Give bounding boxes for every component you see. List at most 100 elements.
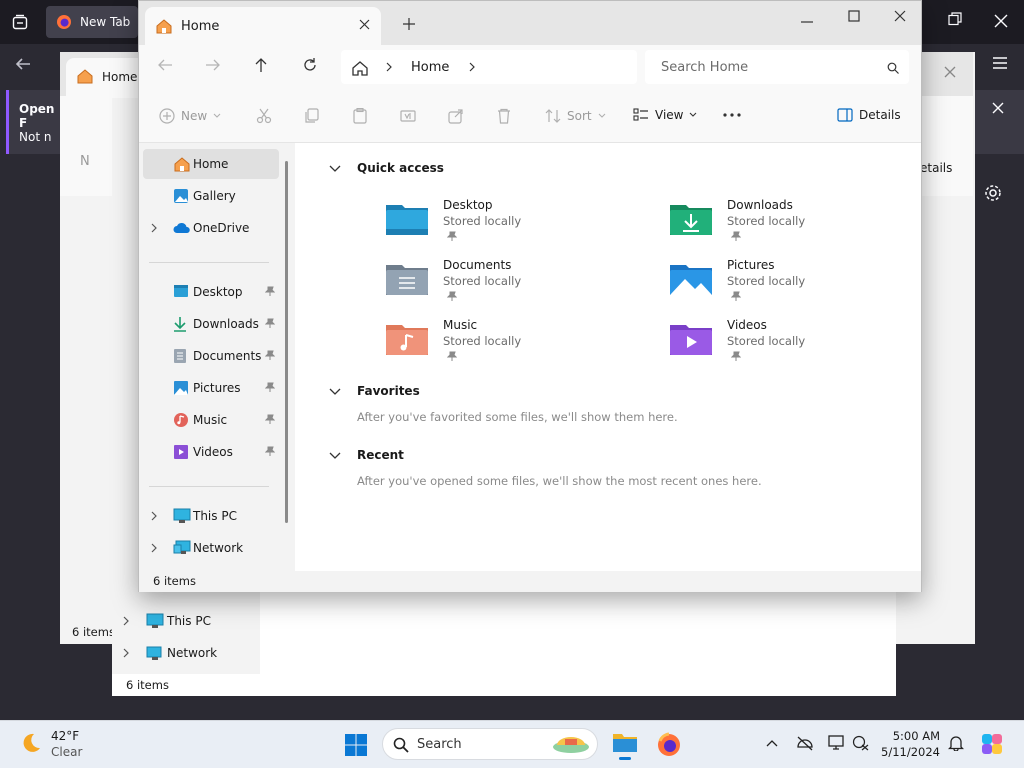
notice-close-icon[interactable] bbox=[992, 102, 1004, 114]
delete-icon[interactable] bbox=[496, 108, 512, 124]
clock-date[interactable]: 5/11/2024 bbox=[874, 745, 940, 759]
tab-home[interactable]: Home bbox=[145, 7, 381, 45]
minimize-icon[interactable] bbox=[801, 16, 813, 28]
pin-icon bbox=[731, 231, 741, 241]
firefox-tab[interactable]: New Tab bbox=[46, 6, 138, 38]
quick-access-item[interactable]: Documents Stored locally bbox=[385, 255, 625, 305]
sidebar-item-desktop[interactable]: Desktop bbox=[143, 277, 279, 307]
weather-moon-icon[interactable] bbox=[18, 731, 42, 755]
sidebar-item-home[interactable]: Home bbox=[143, 149, 279, 179]
sidebar-scrollbar[interactable] bbox=[285, 161, 288, 523]
item-count: 6 items bbox=[153, 574, 196, 588]
up-arrow-icon[interactable] bbox=[254, 57, 268, 73]
rename-icon[interactable] bbox=[400, 108, 416, 124]
pin-icon[interactable] bbox=[265, 286, 275, 296]
sidebar-item-documents[interactable]: Documents bbox=[143, 341, 279, 371]
sidebar-item-this-pc[interactable]: This PC bbox=[143, 501, 279, 531]
quick-access-item[interactable]: Downloads Stored locally bbox=[669, 195, 909, 245]
tab-close-icon[interactable] bbox=[359, 19, 370, 30]
details-button[interactable]: Details bbox=[837, 108, 901, 122]
sidebar-item-onedrive[interactable]: OneDrive bbox=[143, 213, 279, 243]
restore-icon[interactable] bbox=[948, 12, 962, 26]
chevron-right-icon[interactable] bbox=[122, 616, 130, 626]
quick-access-item[interactable]: Videos Stored locally bbox=[669, 315, 909, 365]
section-quick-access[interactable]: Quick access bbox=[357, 161, 444, 175]
sidebar-item-network[interactable]: Network bbox=[143, 533, 279, 563]
chevron-down-icon[interactable] bbox=[329, 388, 341, 396]
sidebar-item-videos[interactable]: Videos bbox=[143, 437, 279, 467]
bg2-this-pc[interactable]: This PC bbox=[167, 614, 211, 628]
more-options-icon[interactable] bbox=[723, 113, 741, 117]
sidebar-item-label: This PC bbox=[193, 509, 237, 523]
chevron-down-icon[interactable] bbox=[329, 165, 341, 173]
share-icon[interactable] bbox=[448, 108, 464, 124]
close-icon[interactable] bbox=[994, 14, 1008, 28]
videos-folder-icon bbox=[669, 321, 713, 357]
pin-icon[interactable] bbox=[265, 414, 275, 424]
maximize-icon[interactable] bbox=[848, 10, 860, 22]
network-globe-icon[interactable] bbox=[852, 735, 870, 751]
new-button[interactable]: New bbox=[159, 108, 221, 124]
breadcrumb-home[interactable]: Home bbox=[411, 60, 449, 75]
start-windows-icon[interactable] bbox=[344, 733, 368, 757]
quick-access-item[interactable]: Music Stored locally bbox=[385, 315, 625, 365]
section-recent[interactable]: Recent bbox=[357, 448, 404, 462]
sidebar-item-label: Music bbox=[193, 413, 228, 427]
pin-icon[interactable] bbox=[265, 318, 275, 328]
cut-icon[interactable] bbox=[256, 108, 272, 124]
back-arrow-icon[interactable] bbox=[157, 58, 173, 72]
chevron-right-icon[interactable] bbox=[151, 223, 158, 233]
chevron-up-icon[interactable] bbox=[766, 739, 778, 747]
sidebar-item-pictures[interactable]: Pictures bbox=[143, 373, 279, 403]
search-icon bbox=[393, 737, 409, 753]
sort-icon bbox=[545, 108, 561, 124]
sidebar-item-music[interactable]: Music bbox=[143, 405, 279, 435]
sidebar-item-gallery[interactable]: Gallery bbox=[143, 181, 279, 211]
network-off-icon[interactable] bbox=[796, 735, 814, 751]
quick-access-item[interactable]: Pictures Stored locally bbox=[669, 255, 909, 305]
pin-icon[interactable] bbox=[265, 350, 275, 360]
display-icon[interactable] bbox=[828, 735, 846, 751]
bg-status: 6 items bbox=[72, 625, 115, 639]
file-explorer-window: Home Home Search Home New Sort View Deta… bbox=[138, 0, 922, 592]
breadcrumb[interactable]: Home bbox=[341, 50, 637, 84]
sort-button[interactable]: Sort bbox=[545, 108, 606, 124]
chevron-down-icon[interactable] bbox=[329, 452, 341, 460]
sidebar-item-label: Gallery bbox=[193, 189, 236, 203]
section-favorites[interactable]: Favorites bbox=[357, 384, 420, 398]
paste-icon[interactable] bbox=[352, 108, 368, 124]
pin-icon[interactable] bbox=[265, 446, 275, 456]
window-close-icon[interactable] bbox=[894, 10, 906, 22]
copilot-icon[interactable] bbox=[980, 732, 1004, 756]
file-explorer-taskbar-icon[interactable] bbox=[610, 728, 640, 760]
chevron-right-icon[interactable] bbox=[151, 543, 158, 553]
taskbar-search[interactable]: Search bbox=[382, 728, 598, 760]
item-name: Pictures bbox=[727, 258, 775, 272]
firefox-icon bbox=[56, 14, 72, 30]
chevron-down-icon bbox=[213, 113, 221, 119]
refresh-icon[interactable] bbox=[302, 57, 318, 73]
bg-close-icon[interactable] bbox=[944, 66, 956, 78]
notice-button[interactable]: Not n bbox=[19, 130, 51, 144]
chevron-right-icon[interactable] bbox=[151, 511, 158, 521]
sidebar-item-downloads[interactable]: Downloads bbox=[143, 309, 279, 339]
search-input[interactable]: Search Home bbox=[645, 50, 909, 84]
new-tab-plus-icon[interactable] bbox=[403, 18, 415, 30]
chevron-right-icon[interactable] bbox=[122, 648, 130, 658]
settings-gear-icon[interactable] bbox=[984, 184, 1002, 202]
copy-icon[interactable] bbox=[304, 108, 320, 124]
tab-list-icon[interactable] bbox=[12, 14, 28, 30]
notification-bell-icon[interactable] bbox=[948, 735, 964, 751]
search-icon[interactable] bbox=[887, 62, 899, 74]
back-icon[interactable] bbox=[14, 56, 32, 72]
view-button[interactable]: View bbox=[633, 108, 697, 122]
chevron-right-icon[interactable] bbox=[469, 62, 476, 72]
quick-access-item[interactable]: Desktop Stored locally bbox=[385, 195, 625, 245]
bg2-network[interactable]: Network bbox=[167, 646, 217, 660]
menu-icon[interactable] bbox=[992, 56, 1008, 70]
weather-temp[interactable]: 42°F bbox=[51, 729, 79, 743]
forward-arrow-icon[interactable] bbox=[205, 58, 221, 72]
firefox-taskbar-icon[interactable] bbox=[656, 732, 682, 758]
pin-icon[interactable] bbox=[265, 382, 275, 392]
clock-time[interactable]: 5:00 AM bbox=[886, 729, 940, 743]
